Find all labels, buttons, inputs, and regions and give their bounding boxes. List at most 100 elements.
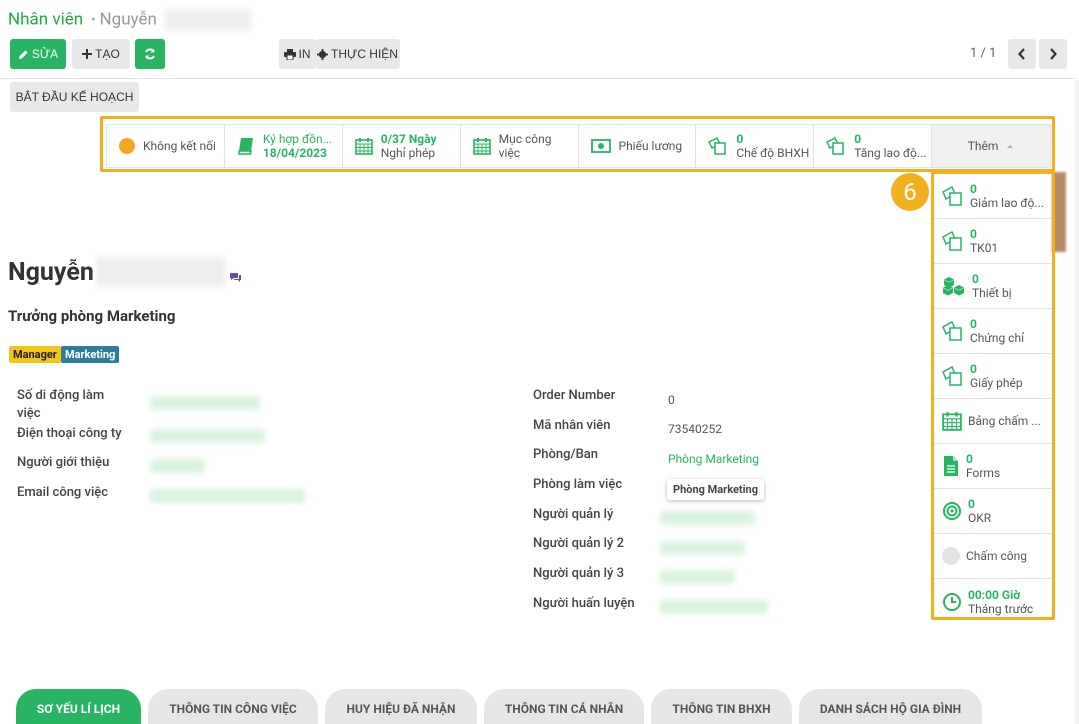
referrer-value-blurred[interactable] (150, 459, 205, 473)
contract-date: 18/04/2023 (262, 146, 327, 160)
mobile-label: Số di động làm việc (17, 388, 105, 421)
dropdown-item-tk01[interactable]: 0 TK01 (934, 219, 1052, 264)
more-label: Thêm (967, 139, 999, 153)
edit-label: SỬA (31, 47, 59, 61)
action-button[interactable]: THỰC HIỆN (315, 39, 400, 69)
blurred-name (95, 257, 226, 287)
work-email-value-blurred[interactable] (150, 489, 305, 503)
scrollbar[interactable] (1075, 80, 1079, 724)
dropdown-item-timesheet[interactable]: Bảng chấm ... (934, 399, 1052, 444)
caret-up-icon (1007, 145, 1014, 148)
workplace-label: Phòng làm việc (533, 477, 623, 492)
employee-code-value: 73540252 (668, 422, 722, 436)
dropdown-item-equipment[interactable]: 0 Thiết bị (934, 264, 1052, 309)
labor-increase-button[interactable]: 0 Tăng lao độ... (814, 125, 933, 167)
coach-value-blurred[interactable] (660, 600, 768, 614)
coach-label: Người huấn luyện (533, 596, 635, 611)
bhxh-label: Chế độ BHXH (736, 146, 810, 160)
payslip-label: Phiếu lương (618, 139, 683, 153)
manager3-value-blurred[interactable] (660, 570, 735, 584)
print-button[interactable]: IN (279, 39, 315, 69)
manager2-value-blurred[interactable] (660, 541, 745, 555)
okr-value: 0 (968, 497, 975, 511)
breadcrumb-employees-link[interactable]: Nhân viên (8, 9, 83, 29)
calendar-icon (942, 412, 962, 431)
refresh-button[interactable] (135, 39, 165, 69)
leave-button[interactable]: 0/37 Ngày Nghỉ phép (343, 125, 461, 167)
dropdown-item-licenses[interactable]: 0 Giấy phép (934, 354, 1052, 399)
tag-marketing: Marketing (61, 346, 120, 363)
department-label: Phòng/Ban (533, 447, 599, 462)
tab-badges[interactable]: HUY HIỆU ĐÃ NHẬN (325, 689, 477, 724)
chat-icon[interactable] (229, 272, 242, 283)
equipment-value: 0 (972, 272, 979, 286)
tab-personal-info[interactable]: THÔNG TIN CÁ NHÂN (484, 689, 644, 724)
refresh-icon (145, 48, 155, 60)
connect-status-button[interactable]: Không kết nối (107, 125, 225, 167)
okr-label: OKR (968, 511, 992, 525)
smart-button-bar: Không kết nối Ký hợp đồn... 18/04/2023 0/… (106, 124, 1051, 168)
tab-work-info[interactable]: THÔNG TIN CÔNG VIỆC (148, 689, 318, 724)
money-icon (590, 139, 611, 153)
manager-label: Người quản lý (533, 507, 614, 522)
labor-increase-label: Tăng lao độ... (854, 146, 927, 160)
last-month-hours-value: 00:00 Giờ (968, 587, 1021, 602)
printer-icon (283, 48, 296, 60)
employee-name: Nguyễn (8, 257, 242, 287)
book-icon (238, 138, 253, 155)
labor-decrease-value: 0 (970, 182, 977, 196)
bhxh-value: 0 (736, 132, 744, 146)
copy-icon (942, 366, 962, 386)
work-phone-value-blurred[interactable] (150, 429, 265, 443)
breadcrumb: Nhân viên • Nguyễn (8, 9, 252, 31)
chevron-left-icon (1018, 48, 1025, 60)
timesheet-label: Bảng chấm ... (968, 414, 1041, 428)
more-button[interactable]: Thêm (932, 125, 1050, 167)
calendar-icon (354, 138, 373, 155)
action-label: THỰC HIỆN (331, 47, 398, 61)
step-number-badge: 6 (891, 173, 929, 211)
work-items-button[interactable]: Mục công việc (461, 125, 579, 167)
order-number-value: 0 (668, 393, 675, 407)
manager-value-blurred[interactable] (660, 511, 755, 525)
referrer-label: Người giới thiệu (17, 455, 110, 470)
copy-icon (942, 186, 962, 206)
contract-button[interactable]: Ký hợp đồn... 18/04/2023 (225, 125, 343, 167)
blurred-name (165, 9, 252, 31)
next-record-button[interactable] (1039, 39, 1067, 69)
work-phone-label: Điện thoại công ty (17, 426, 122, 441)
create-button[interactable]: TẠO (72, 39, 130, 69)
dropdown-item-okr[interactable]: 0 OKR (934, 489, 1052, 534)
dropdown-item-forms[interactable]: 0 Forms (934, 444, 1052, 489)
work-email-label: Email công việc (17, 485, 109, 500)
breadcrumb-separator: • (91, 13, 96, 29)
labor-decrease-label: Giảm lao độ... (970, 196, 1044, 210)
cubes-icon (943, 277, 964, 296)
payslip-button[interactable]: Phiếu lương (579, 125, 697, 167)
edit-button[interactable]: SỬA (10, 39, 66, 69)
employee-code-label: Mã nhân viên (533, 418, 611, 433)
department-link[interactable]: Phòng Marketing (668, 452, 759, 466)
copy-icon (942, 231, 962, 251)
tab-bhxh-info[interactable]: THÔNG TIN BHXH (651, 689, 792, 724)
dropdown-item-attendance[interactable]: Chấm công (934, 534, 1052, 579)
tab-resume[interactable]: SƠ YẾU LÍ LỊCH (16, 689, 141, 724)
copy-icon (942, 321, 962, 341)
mobile-value-blurred[interactable] (150, 396, 260, 410)
manager2-label: Người quản lý 2 (533, 536, 624, 551)
forms-label: Forms (966, 466, 1001, 480)
dropdown-item-labor-decrease[interactable]: 0 Giảm lao độ... (934, 174, 1052, 219)
bhxh-button[interactable]: 0 Chế độ BHXH (696, 125, 815, 167)
previous-record-button[interactable] (1008, 39, 1036, 69)
employee-name-text: Nguyễn (8, 257, 94, 287)
start-plan-button[interactable]: BẮT ĐẦU KẾ HOẠCH (10, 82, 139, 112)
connect-status-label: Không kết nối (143, 139, 216, 153)
plus-icon (82, 49, 93, 59)
work-items-label-line2: việc (498, 146, 520, 160)
dropdown-item-last-month-hours[interactable]: 00:00 Giờ Tháng trước (934, 579, 1052, 624)
manager3-label: Người quản lý 3 (533, 566, 624, 581)
tab-household-list[interactable]: DANH SÁCH HỘ GIA ĐÌNH (799, 689, 982, 724)
labor-increase-value: 0 (854, 132, 862, 146)
order-number-label: Order Number (533, 388, 616, 403)
dropdown-item-certificates[interactable]: 0 Chứng chỉ (934, 309, 1052, 354)
